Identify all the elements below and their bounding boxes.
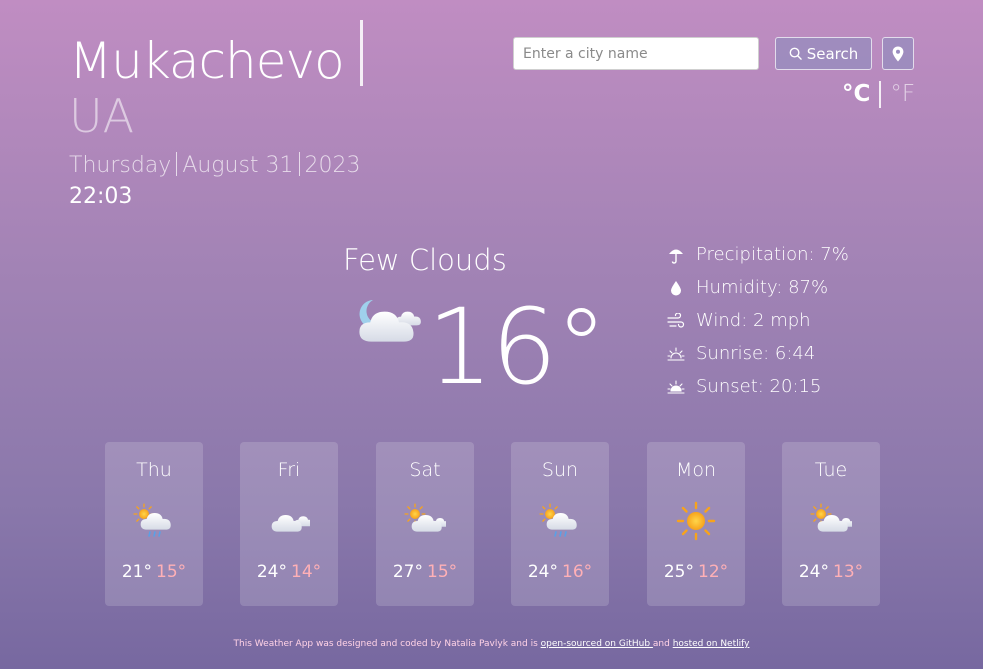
forecast-card-mon: Mon 25° 12° (647, 442, 745, 606)
city-name-text: Mukachevo (69, 32, 345, 90)
city-search-input[interactable] (513, 37, 759, 70)
city-name: Mukachevo (69, 20, 363, 91)
forecast-card-thu: Thu 21° 15° (105, 442, 203, 606)
forecast-max: 24° (256, 562, 287, 582)
year: 2023 (304, 153, 361, 178)
humidity-row: Humidity: 87% (664, 271, 849, 304)
unit-toggle: °C °F (842, 79, 915, 109)
forecast-temps: 24° 16° (511, 560, 609, 584)
date-divider (298, 152, 300, 176)
forecast-temps: 27° 15° (376, 560, 474, 584)
sun-cloud-icon (376, 501, 474, 541)
month-day: August 31 (182, 153, 294, 178)
humidity-label: Humidity: 87% (696, 277, 829, 298)
precipitation-row: Precipitation: 7% (664, 238, 849, 271)
sun-icon (647, 501, 745, 541)
location-pin-icon (892, 46, 904, 61)
forecast-min: 16° (562, 562, 593, 582)
forecast-list: Thu 21° 15° Fri 24° 14° Sat 27° 15° Sun 24°… (105, 442, 881, 606)
sun-cloud-icon (782, 501, 880, 541)
wind-label: Wind: 2 mph (696, 310, 811, 331)
forecast-day: Fri (277, 459, 301, 481)
current-time: 22:03 (69, 184, 133, 209)
forecast-min: 12° (698, 562, 729, 582)
forecast-max: 25° (663, 562, 694, 582)
sun-cloud-rain-icon (511, 501, 609, 541)
droplet-icon (664, 278, 688, 298)
footer: This Weather App was designed and coded … (0, 637, 983, 651)
forecast-max: 24° (527, 562, 558, 582)
forecast-min: 13° (833, 562, 864, 582)
forecast-day: Sat (409, 459, 441, 481)
forecast-day: Sun (541, 459, 579, 481)
wind-icon (664, 311, 688, 331)
cloud-icon (240, 501, 338, 541)
forecast-card-tue: Tue 24° 13° (782, 442, 880, 606)
forecast-day: Mon (675, 459, 717, 481)
unit-divider (879, 80, 882, 108)
sunrise-row: Sunrise: 6:44 (664, 337, 849, 370)
few-clouds-night-icon (351, 296, 423, 350)
search-button-label: Search (806, 44, 859, 63)
forecast-max: 21° (121, 562, 152, 582)
current-location-button[interactable] (882, 37, 914, 70)
github-link[interactable]: open-sourced on GitHub (541, 639, 653, 649)
forecast-min: 15° (156, 562, 187, 582)
forecast-max: 24° (798, 562, 829, 582)
search-icon (789, 47, 802, 60)
sunset-icon (664, 377, 688, 397)
footer-middle: and (652, 639, 673, 649)
forecast-card-fri: Fri 24° 14° (240, 442, 338, 606)
forecast-min: 15° (427, 562, 458, 582)
weather-description: Few Clouds (343, 243, 507, 277)
forecast-card-sat: Sat 27° 15° (376, 442, 474, 606)
celsius-link[interactable]: °C (842, 79, 870, 109)
sunset-label: Sunset: 20:15 (696, 376, 822, 397)
umbrella-icon (664, 245, 688, 265)
forecast-temps: 25° 12° (647, 560, 745, 584)
sunrise-label: Sunrise: 6:44 (696, 343, 816, 364)
forecast-max: 27° (392, 562, 423, 582)
sunrise-icon (664, 344, 688, 364)
sunset-row: Sunset: 20:15 (664, 370, 849, 403)
title-divider (359, 20, 363, 86)
forecast-temps: 24° 14° (240, 560, 338, 584)
forecast-card-sun: Sun 24° 16° (511, 442, 609, 606)
precipitation-label: Precipitation: 7% (696, 244, 849, 265)
weather-details: Precipitation: 7% Humidity: 87% Wind: 2 … (664, 238, 849, 403)
current-temperature: 16° (427, 286, 607, 408)
fahrenheit-link[interactable]: °F (890, 79, 915, 109)
forecast-temps: 24° 13° (782, 560, 880, 584)
sun-cloud-rain-icon (105, 501, 203, 541)
search-button[interactable]: Search (775, 37, 872, 70)
forecast-temps: 21° 15° (105, 560, 203, 584)
forecast-day: Tue (814, 459, 848, 481)
current-date: Thursday August 31 2023 (69, 151, 361, 181)
country-code: UA (69, 89, 135, 143)
wind-row: Wind: 2 mph (664, 304, 849, 337)
forecast-min: 14° (291, 562, 322, 582)
netlify-link[interactable]: hosted on Netlify (673, 639, 750, 649)
footer-prefix: This Weather App was designed and coded … (233, 639, 541, 649)
forecast-day: Thu (136, 459, 172, 481)
weekday: Thursday (69, 153, 172, 178)
date-divider (176, 152, 178, 176)
